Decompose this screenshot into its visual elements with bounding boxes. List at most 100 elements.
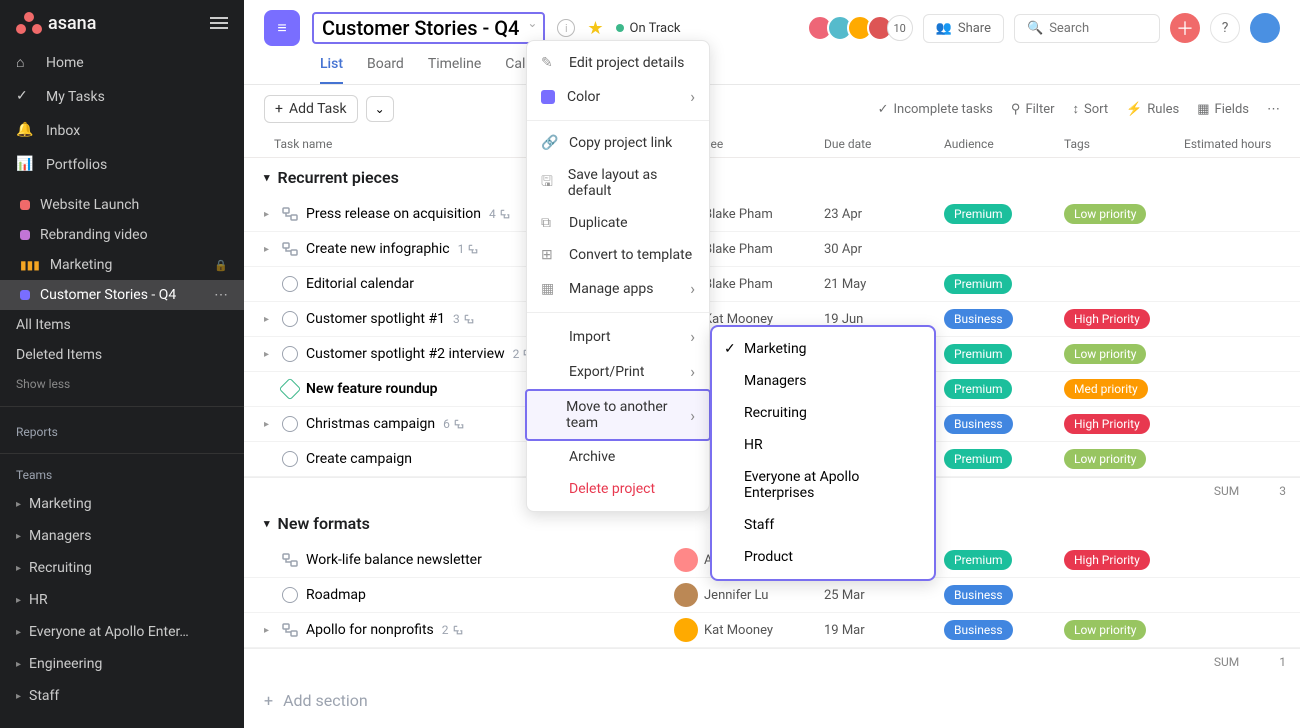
show-less-link[interactable]: Show less — [0, 370, 244, 398]
task-row[interactable]: ▸Apollo for nonprofits2 Kat Mooney 19 Ma… — [244, 613, 1300, 648]
team-item[interactable]: Staff — [0, 680, 244, 712]
chevron-right-icon[interactable]: ▸ — [264, 244, 274, 255]
more-actions-icon[interactable]: ⋯ — [1267, 101, 1280, 117]
menu-copy-link[interactable]: 🔗Copy project link — [527, 127, 709, 159]
menu-edit-details[interactable]: ✎Edit project details — [527, 47, 709, 79]
search-box[interactable]: 🔍 — [1014, 14, 1160, 43]
add-task-dropdown[interactable]: ⌄ — [366, 96, 394, 122]
menu-manage-apps[interactable]: ▦Manage apps — [527, 271, 709, 306]
add-section-button[interactable]: +Add section — [244, 675, 1300, 726]
complete-icon[interactable] — [282, 587, 298, 603]
chevron-right-icon[interactable]: ▸ — [264, 349, 274, 360]
menu-archive[interactable]: Archive — [527, 441, 709, 473]
search-input[interactable] — [1049, 21, 1147, 36]
audience-pill: Premium — [944, 344, 1012, 364]
user-avatar[interactable] — [1250, 13, 1280, 43]
task-row[interactable]: ▸Editorial calendar Blake Pham 21 May Pr… — [244, 267, 1300, 302]
menu-import[interactable]: Import — [527, 319, 709, 354]
submenu-team-item[interactable]: Product — [712, 541, 934, 573]
star-icon[interactable]: ★ — [587, 18, 603, 39]
col-audience[interactable]: Audience — [934, 137, 1054, 151]
submenu-team-item[interactable]: Everyone at Apollo Enterprises — [712, 461, 934, 509]
submenu-team-item[interactable]: Recruiting — [712, 397, 934, 429]
submenu-team-item[interactable]: Managers — [712, 365, 934, 397]
nav-mytasks[interactable]: ✓My Tasks — [0, 80, 244, 114]
team-item[interactable]: Engineering — [0, 648, 244, 680]
tag-pill: High Priority — [1064, 414, 1150, 434]
subtask-count: 3 — [453, 312, 475, 326]
task-row[interactable]: ▸Roadmap Jennifer Lu 25 Mar Business — [244, 578, 1300, 613]
all-items-link[interactable]: All Items — [0, 310, 244, 340]
team-item[interactable]: Managers — [0, 520, 244, 552]
collapse-sidebar-icon[interactable] — [210, 17, 228, 29]
team-item[interactable]: HR — [0, 584, 244, 616]
sidebar-project[interactable]: Website Launch — [0, 190, 244, 220]
team-item[interactable]: Everyone at Apollo Enter… — [0, 616, 244, 648]
filter-button[interactable]: ⚲ Filter — [1011, 101, 1055, 117]
col-hours[interactable]: Estimated hours — [1174, 137, 1286, 151]
template-icon: ⊞ — [541, 247, 557, 263]
help-button[interactable]: ? — [1210, 13, 1240, 43]
fields-button[interactable]: ▦ Fields — [1197, 101, 1249, 117]
project-icon[interactable]: ≡ — [264, 10, 300, 46]
sum-label: SUM — [1214, 484, 1239, 498]
menu-save-layout[interactable]: 🖫Save layout as default — [527, 159, 709, 207]
share-button[interactable]: 👥Share — [923, 14, 1004, 43]
audience-pill: Premium — [944, 204, 1012, 224]
apps-icon: ▦ — [541, 281, 557, 297]
complete-icon[interactable] — [282, 451, 298, 467]
sidebar-project[interactable]: Customer Stories - Q4⋯ — [0, 280, 244, 310]
sort-button[interactable]: ↕ Sort — [1073, 101, 1109, 117]
menu-duplicate[interactable]: ⧉Duplicate — [527, 207, 709, 239]
section-header[interactable]: Recurrent pieces — [244, 158, 1300, 197]
task-row[interactable]: ▸Press release on acquisition4 Blake Pha… — [244, 197, 1300, 232]
tab-board[interactable]: Board — [367, 56, 404, 84]
deleted-items-link[interactable]: Deleted Items — [0, 340, 244, 370]
sidebar-project[interactable]: ▮▮▮Marketing🔒 — [0, 250, 244, 280]
nav-home[interactable]: ⌂Home — [0, 46, 244, 80]
complete-icon[interactable] — [282, 346, 298, 362]
menu-convert-template[interactable]: ⊞Convert to template — [527, 239, 709, 271]
reports-section[interactable]: Reports — [0, 415, 244, 445]
incomplete-filter[interactable]: ✓ Incomplete tasks — [878, 101, 993, 117]
chevron-right-icon[interactable]: ▸ — [264, 419, 274, 430]
nav-inbox[interactable]: 🔔Inbox — [0, 114, 244, 148]
task-row[interactable]: ▸Create new infographic1 Blake Pham 30 A… — [244, 232, 1300, 267]
complete-icon[interactable] — [282, 416, 298, 432]
submenu-team-item[interactable]: HR — [712, 429, 934, 461]
status-pill[interactable]: On Track — [616, 21, 681, 36]
audience-pill: Business — [944, 620, 1013, 640]
team-item[interactable]: Marketing — [0, 488, 244, 520]
team-item[interactable]: Recruiting — [0, 552, 244, 584]
chevron-right-icon[interactable]: ▸ — [264, 625, 274, 636]
complete-icon[interactable] — [282, 276, 298, 292]
more-icon[interactable]: ⋯ — [214, 287, 228, 303]
rules-button[interactable]: ⚡ Rules — [1126, 101, 1179, 117]
chevron-right-icon[interactable]: ▸ — [264, 314, 274, 325]
submenu-team-item[interactable]: Marketing — [712, 333, 934, 365]
tab-timeline[interactable]: Timeline — [428, 56, 481, 84]
assignee-name: Blake Pham — [704, 242, 773, 257]
tag-pill: High Priority — [1064, 309, 1150, 329]
chevron-right-icon[interactable]: ▸ — [264, 209, 274, 220]
add-task-button[interactable]: +Add Task — [264, 95, 358, 123]
col-due[interactable]: Due date — [814, 137, 934, 151]
link-icon: 🔗 — [541, 135, 557, 151]
member-avatars[interactable]: 10 — [813, 15, 913, 41]
info-icon[interactable]: i — [557, 19, 575, 37]
nav-portfolios[interactable]: 📊Portfolios — [0, 148, 244, 182]
menu-move-team[interactable]: Move to another team — [525, 389, 711, 441]
project-title-dropdown[interactable]: Customer Stories - Q4 — [312, 12, 545, 44]
sidebar-project[interactable]: Rebranding video — [0, 220, 244, 250]
menu-export[interactable]: Export/Print — [527, 354, 709, 389]
submenu-team-item[interactable]: Staff — [712, 509, 934, 541]
global-add-button[interactable]: ＋ — [1170, 13, 1200, 43]
col-tags[interactable]: Tags — [1054, 137, 1174, 151]
tab-list[interactable]: List — [320, 56, 343, 84]
menu-color[interactable]: Color — [527, 79, 709, 114]
menu-delete[interactable]: Delete project — [527, 473, 709, 505]
subtask-count: 2 — [442, 623, 464, 637]
due-date: 30 Apr — [814, 242, 934, 257]
complete-icon[interactable] — [282, 311, 298, 327]
app-logo[interactable]: asana — [16, 12, 96, 34]
